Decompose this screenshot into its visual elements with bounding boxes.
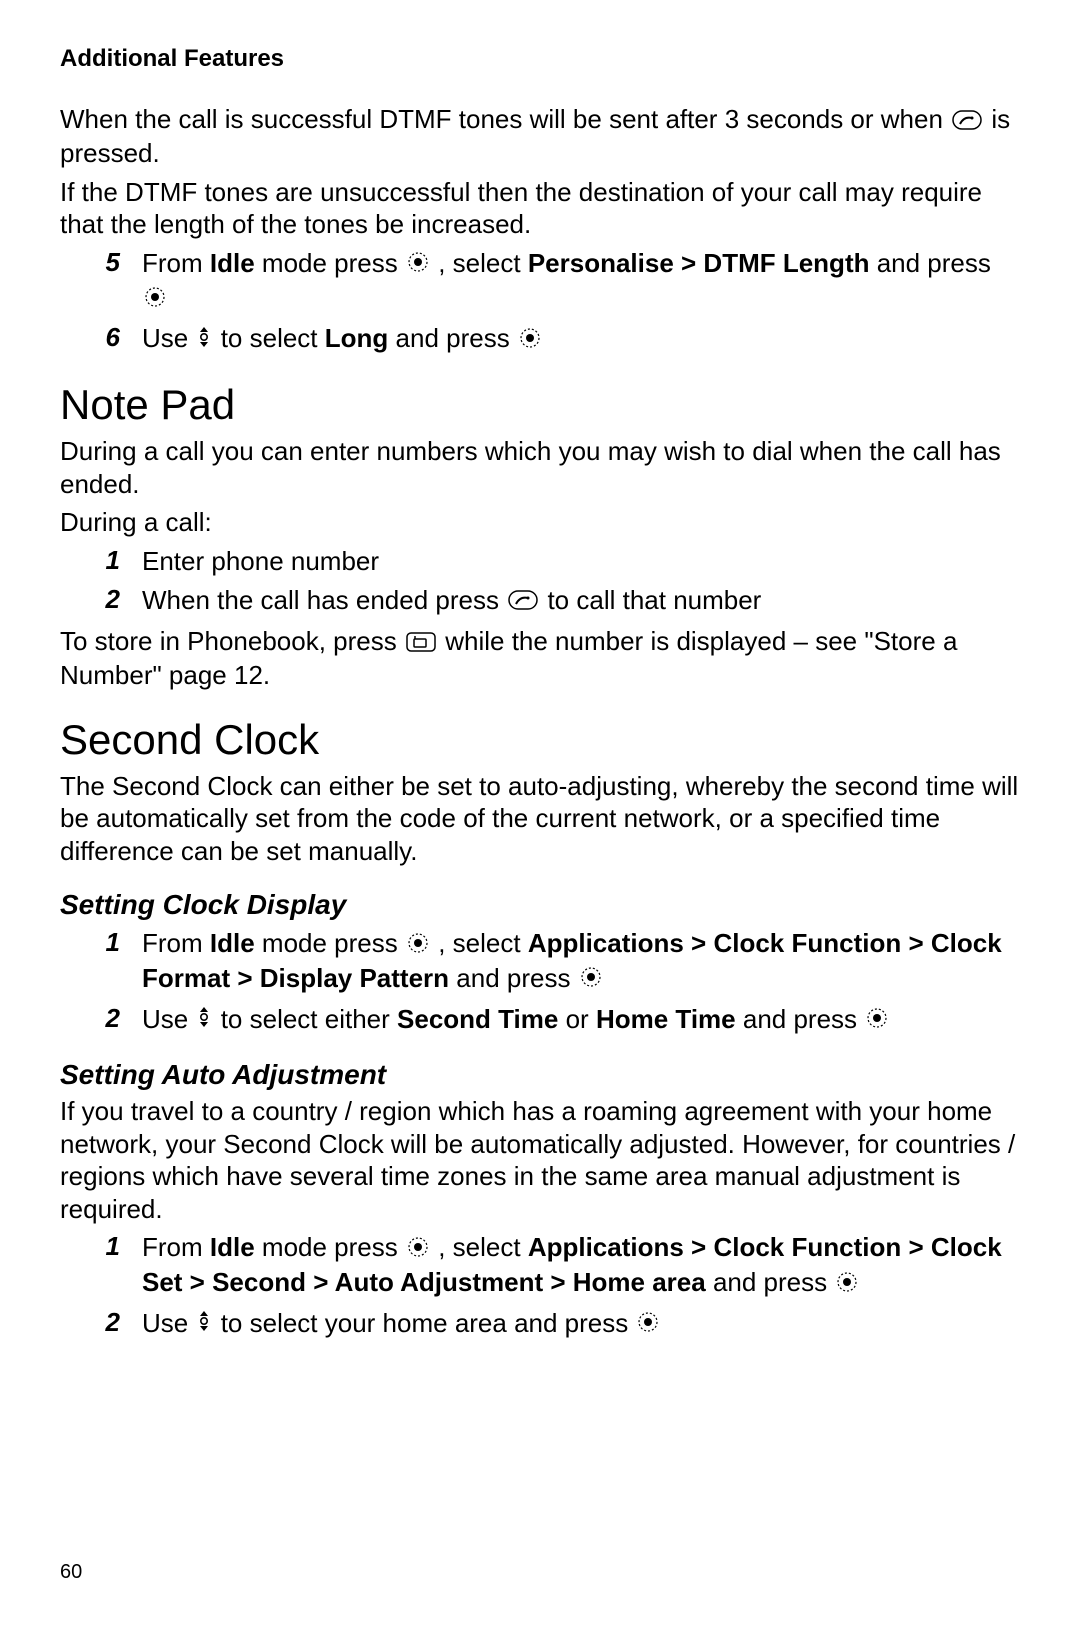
text-bold: Personalise > DTMF Length bbox=[528, 248, 870, 278]
step-text: Enter phone number bbox=[142, 545, 1020, 578]
step-text: From Idle mode press , select Applicatio… bbox=[142, 1231, 1020, 1301]
text: and press bbox=[706, 1267, 835, 1297]
heading-secondclock: Second Clock bbox=[60, 716, 1020, 764]
paragraph: When the call is successful DTMF tones w… bbox=[60, 103, 1020, 170]
step-text: Use to select your home area and press bbox=[142, 1307, 1020, 1342]
text-bold: Idle bbox=[210, 1232, 255, 1262]
text: Use bbox=[142, 323, 195, 353]
step-number: 2 bbox=[60, 584, 142, 615]
nav-key-icon bbox=[519, 324, 541, 357]
heading-notepad: Note Pad bbox=[60, 381, 1020, 429]
subheading-auto-adjustment: Setting Auto Adjustment bbox=[60, 1059, 1020, 1091]
text: to select bbox=[221, 323, 325, 353]
text: From bbox=[142, 1232, 210, 1262]
text-bold: Long bbox=[325, 323, 389, 353]
list-item: 2 When the call has ended press to call … bbox=[60, 584, 1020, 619]
step-text: When the call has ended press to call th… bbox=[142, 584, 1020, 619]
text: and press bbox=[388, 323, 517, 353]
text: When the call is successful DTMF tones w… bbox=[60, 104, 950, 134]
step-text: From Idle mode press , select Personalis… bbox=[142, 247, 1020, 317]
nav-key-icon bbox=[407, 248, 429, 281]
send-key-icon bbox=[508, 585, 538, 618]
step-number: 5 bbox=[60, 247, 142, 278]
send-key-icon bbox=[952, 105, 982, 138]
paragraph: To store in Phonebook, press while the n… bbox=[60, 625, 1020, 692]
nav-key-icon bbox=[407, 929, 429, 962]
page-number: 60 bbox=[60, 1561, 82, 1584]
nav-key-icon bbox=[407, 1233, 429, 1266]
nav-key-icon bbox=[866, 1004, 888, 1037]
text: , select bbox=[438, 928, 528, 958]
list-item: 6 Use to select Long and press bbox=[60, 322, 1020, 357]
text: , select bbox=[438, 248, 528, 278]
text-bold: Home Time bbox=[596, 1004, 736, 1034]
running-header: Additional Features bbox=[60, 45, 1020, 73]
ordered-list: 5 From Idle mode press , select Personal… bbox=[60, 247, 1020, 357]
nav-key-icon bbox=[144, 283, 166, 316]
nav-key-icon bbox=[836, 1268, 858, 1301]
text: Use bbox=[142, 1308, 195, 1338]
paragraph: During a call: bbox=[60, 506, 1020, 539]
text: To store in Phonebook, press bbox=[60, 626, 404, 656]
text: to select either bbox=[221, 1004, 397, 1034]
nav-key-icon bbox=[580, 963, 602, 996]
updown-key-icon bbox=[197, 1004, 211, 1037]
page: Additional Features When the call is suc… bbox=[0, 0, 1080, 1632]
softkey-icon bbox=[406, 627, 436, 660]
text: When the call has ended press bbox=[142, 585, 506, 615]
text: and press bbox=[736, 1004, 865, 1034]
text: mode press bbox=[255, 248, 405, 278]
text: and press bbox=[869, 248, 990, 278]
ordered-list: 1 Enter phone number 2 When the call has… bbox=[60, 545, 1020, 619]
text-bold: Idle bbox=[210, 248, 255, 278]
ordered-list: 1 From Idle mode press , select Applicat… bbox=[60, 1231, 1020, 1341]
text: or bbox=[558, 1004, 596, 1034]
paragraph: If the DTMF tones are unsuccessful then … bbox=[60, 176, 1020, 241]
ordered-list: 1 From Idle mode press , select Applicat… bbox=[60, 927, 1020, 1037]
list-item: 1 From Idle mode press , select Applicat… bbox=[60, 1231, 1020, 1301]
list-item: 1 Enter phone number bbox=[60, 545, 1020, 578]
text: to call that number bbox=[547, 585, 761, 615]
list-item: 2 Use to select either Second Time or Ho… bbox=[60, 1003, 1020, 1038]
updown-key-icon bbox=[197, 324, 211, 357]
text: to select your home area and press bbox=[221, 1308, 636, 1338]
step-text: From Idle mode press , select Applicatio… bbox=[142, 927, 1020, 997]
list-item: 5 From Idle mode press , select Personal… bbox=[60, 247, 1020, 317]
paragraph: The Second Clock can either be set to au… bbox=[60, 770, 1020, 868]
step-number: 6 bbox=[60, 322, 142, 353]
text: mode press bbox=[255, 928, 405, 958]
text: Use bbox=[142, 1004, 195, 1034]
nav-key-icon bbox=[637, 1308, 659, 1341]
step-number: 1 bbox=[60, 927, 142, 958]
step-number: 1 bbox=[60, 1231, 142, 1262]
list-item: 1 From Idle mode press , select Applicat… bbox=[60, 927, 1020, 997]
step-text: Use to select either Second Time or Home… bbox=[142, 1003, 1020, 1038]
text: and press bbox=[449, 963, 578, 993]
subheading-clock-display: Setting Clock Display bbox=[60, 889, 1020, 921]
paragraph: During a call you can enter numbers whic… bbox=[60, 435, 1020, 500]
step-text: Use to select Long and press bbox=[142, 322, 1020, 357]
text: mode press bbox=[255, 1232, 405, 1262]
step-number: 1 bbox=[60, 545, 142, 576]
text-bold: Idle bbox=[210, 928, 255, 958]
paragraph: If you travel to a country / region whic… bbox=[60, 1095, 1020, 1225]
updown-key-icon bbox=[197, 1308, 211, 1341]
text: From bbox=[142, 928, 210, 958]
step-number: 2 bbox=[60, 1003, 142, 1034]
step-number: 2 bbox=[60, 1307, 142, 1338]
list-item: 2 Use to select your home area and press bbox=[60, 1307, 1020, 1342]
text-bold: Second Time bbox=[397, 1004, 558, 1034]
text: , select bbox=[438, 1232, 528, 1262]
text: From bbox=[142, 248, 210, 278]
